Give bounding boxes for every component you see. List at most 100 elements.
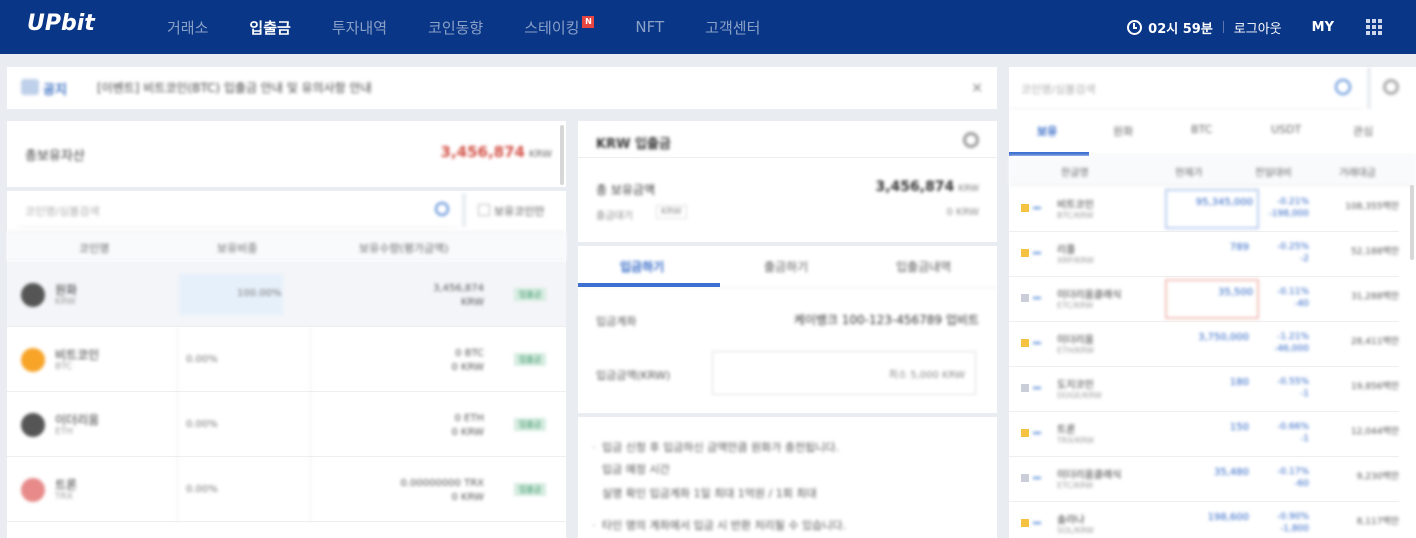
coin-search[interactable]: 코인명/심볼검색 bbox=[17, 193, 457, 227]
total-balance-value: 3,456,874 KRW bbox=[875, 179, 979, 195]
deposit-withdraw-button[interactable]: 입출금 bbox=[514, 483, 546, 496]
change-cell: -0.55% -1 bbox=[1277, 376, 1309, 400]
nav-item-4[interactable]: 스테이킹 N bbox=[524, 16, 595, 38]
deposit-withdraw-button[interactable]: 입출금 bbox=[514, 418, 546, 431]
volume: 108,355백만 bbox=[1345, 202, 1399, 212]
coin-name: 이더리움클래식 bbox=[1057, 470, 1122, 481]
star-icon[interactable] bbox=[1021, 519, 1029, 527]
table-row[interactable]: 트론 TRX 0.00% 0.00000000 TRX 0 KRW 입출금 bbox=[7, 457, 566, 522]
deposit-withdraw-button[interactable]: 입출금 bbox=[514, 288, 546, 301]
nav-item-6[interactable]: 고객센터 bbox=[705, 17, 760, 38]
nav-item-label: 고객센터 bbox=[705, 18, 761, 37]
col-volume[interactable]: 거래대금 bbox=[1339, 164, 1376, 179]
market-search[interactable]: 코인명/심볼검색 bbox=[1009, 67, 1363, 109]
nav-item-0[interactable]: 거래소 bbox=[167, 17, 208, 38]
col-amount[interactable]: 보유수량(평가금액) bbox=[359, 240, 449, 256]
coin-name: 트론 bbox=[1057, 425, 1076, 436]
deposit-withdraw-button[interactable]: 입출금 bbox=[514, 353, 546, 366]
upbit-logo[interactable]: UPbit bbox=[27, 11, 95, 36]
market-search-input[interactable]: 코인명/심볼검색 bbox=[1021, 81, 1096, 97]
coin-symbol: KRW bbox=[55, 297, 76, 307]
coin-icon bbox=[21, 283, 45, 307]
current-price: 150 bbox=[1229, 422, 1249, 433]
volume: 12,044백만 bbox=[1350, 427, 1399, 437]
col-name[interactable]: 한글명 bbox=[1061, 164, 1089, 179]
nav-item-1[interactable]: 입출금 bbox=[249, 17, 290, 38]
notice-label: 공지 bbox=[43, 83, 67, 98]
app-grid-icon[interactable] bbox=[1366, 19, 1382, 35]
left-scrollbar[interactable] bbox=[560, 125, 564, 185]
star-icon[interactable] bbox=[1021, 294, 1029, 302]
deposit-account-value: 케이뱅크 100-123-456789 업비트 bbox=[793, 313, 979, 327]
nav-item-3[interactable]: 코인동향 bbox=[428, 17, 483, 38]
tab-favorite[interactable]: 관심 bbox=[1353, 123, 1373, 139]
table-row[interactable]: 원화 KRW 100.00% 3,456,874 KRW 입출금 bbox=[7, 262, 566, 327]
coin-name: 리플 bbox=[1057, 245, 1076, 256]
table-row[interactable]: 트론 TRX/KRW 150 -0.66% -1 12,044백만 bbox=[1009, 412, 1399, 457]
coin-search-input[interactable]: 코인명/심볼검색 bbox=[25, 203, 100, 219]
col-weight[interactable]: 보유비중 bbox=[217, 240, 257, 256]
gear-icon[interactable] bbox=[963, 132, 979, 148]
star-icon[interactable] bbox=[1021, 429, 1029, 437]
notice-close-button[interactable]: × bbox=[971, 80, 983, 96]
deposit-tabs: 입금하기 출금하기 입출금내역 bbox=[578, 246, 997, 288]
my-button[interactable]: MY bbox=[1312, 20, 1334, 35]
tab-history[interactable]: 입출금내역 bbox=[896, 258, 951, 275]
market-settings[interactable] bbox=[1367, 67, 1416, 109]
nav-item-5[interactable]: NFT bbox=[635, 18, 664, 36]
tab-withdraw[interactable]: 출금하기 bbox=[764, 258, 808, 275]
coin-name: 비트코인 bbox=[55, 348, 100, 362]
table-row[interactable]: 도지코인 DOGE/KRW 180 -0.55% -1 19,856백만 bbox=[1009, 367, 1399, 412]
col-price[interactable]: 현재가 bbox=[1175, 164, 1203, 179]
chart-mini-icon bbox=[1033, 252, 1041, 254]
table-row[interactable]: 비트코인 BTC/KRW 95,345,000 -0.21% -198,000 108,3… bbox=[1009, 187, 1399, 232]
top-header: UPbit 거래소 입출금 투자내역 코인동향 스테이킹 N NFT 고객센터 02시 59분… bbox=[0, 0, 1416, 54]
col-change[interactable]: 전일대비 bbox=[1255, 164, 1292, 179]
star-icon[interactable] bbox=[1021, 204, 1029, 212]
col-coin-name[interactable]: 코인명 bbox=[79, 240, 109, 256]
change-cell: -0.25% -2 bbox=[1277, 241, 1309, 265]
notice-item: 입금 신청 후 입금하신 금액만큼 원화가 충전됩니다. bbox=[592, 437, 839, 459]
table-row[interactable]: 이더리움클래식 ETC/KRW 35,480 -0.17% -60 9,230백만 bbox=[1009, 457, 1399, 502]
change-percent: -0.25% bbox=[1277, 242, 1309, 252]
gear-icon[interactable] bbox=[1383, 79, 1399, 95]
table-row[interactable]: 이더리움 ETH/KRW 3,750,000 -1.21% -46,000 28,411백… bbox=[1009, 322, 1399, 367]
owned-only-label: 보유코인만 bbox=[494, 205, 545, 218]
star-icon[interactable] bbox=[1021, 249, 1029, 257]
coin-symbol: ETC/KRW bbox=[1057, 481, 1094, 490]
nav-item-2[interactable]: 투자내역 bbox=[332, 17, 387, 38]
tab-owned[interactable]: 보유 bbox=[1037, 123, 1057, 139]
volume: 9,230백만 bbox=[1356, 472, 1399, 482]
star-icon[interactable] bbox=[1021, 474, 1029, 482]
market-table-header: 한글명 현재가 전일대비 거래대금 bbox=[1009, 156, 1416, 186]
table-row[interactable]: 비트코인 BTC 0.00% 0 BTC 0 KRW 입출금 bbox=[7, 327, 566, 392]
star-icon[interactable] bbox=[1021, 339, 1029, 347]
tab-usdt[interactable]: USDT bbox=[1271, 123, 1301, 136]
owned-only-checkbox[interactable] bbox=[478, 204, 490, 216]
change-value: -2 bbox=[1300, 254, 1309, 264]
logout-button[interactable]: 로그아웃 bbox=[1234, 18, 1282, 37]
table-row[interactable]: 솔라나 SOL/KRW 198,600 -0.90% -1,800 8,117백만 bbox=[1009, 502, 1399, 538]
chart-mini-icon bbox=[1033, 342, 1041, 344]
change-cell: -0.21% -198,000 bbox=[1269, 196, 1309, 220]
deposit-amount-placeholder: 최소 5,000 KRW bbox=[888, 370, 965, 381]
weight-value: 0.00% bbox=[186, 354, 218, 365]
total-balance-label: 총 보유금액 bbox=[596, 183, 656, 197]
table-row[interactable]: 리플 XRP/KRW 789 -0.25% -2 52,188백만 bbox=[1009, 232, 1399, 277]
table-row[interactable]: 이더리움클래식 ETC/KRW 35,500 -0.11% -40 31,288백만 bbox=[1009, 277, 1399, 322]
search-icon[interactable] bbox=[435, 202, 449, 216]
owned-only-filter[interactable]: 보유코인만 bbox=[462, 193, 566, 227]
star-icon[interactable] bbox=[1021, 384, 1029, 392]
deposit-amount-input[interactable]: 최소 5,000 KRW bbox=[712, 351, 976, 395]
notice-text[interactable]: [이벤트] 비트코인(BTC) 입출금 안내 및 유의사항 안내 bbox=[97, 79, 372, 96]
tab-btc[interactable]: BTC bbox=[1191, 123, 1212, 136]
table-row[interactable]: 이더리움 ETH 0.00% 0 ETH 0 KRW 입출금 bbox=[7, 392, 566, 457]
coin-name: 비트코인 bbox=[1057, 200, 1094, 211]
tab-deposit[interactable]: 입금하기 bbox=[620, 258, 664, 275]
chart-mini-icon bbox=[1033, 522, 1041, 524]
change-cell: -0.66% -1 bbox=[1277, 421, 1309, 445]
tab-krw[interactable]: 원화 bbox=[1113, 123, 1133, 139]
search-icon[interactable] bbox=[1335, 79, 1351, 95]
market-scrollbar[interactable] bbox=[1410, 185, 1414, 260]
nav-item-label: NFT bbox=[635, 18, 665, 36]
